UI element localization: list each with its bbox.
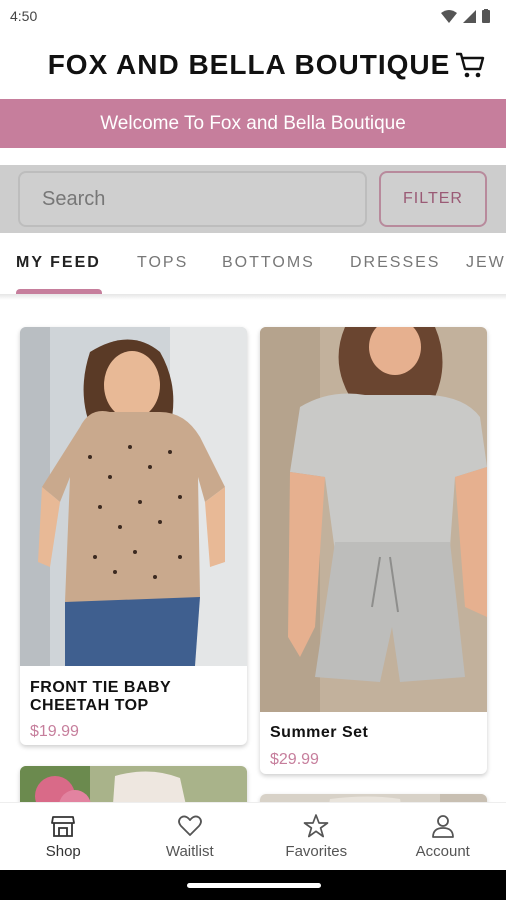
product-card[interactable]: Summer Set $29.99 — [260, 327, 487, 774]
filter-button[interactable]: FILTER — [379, 171, 487, 227]
product-image — [20, 327, 247, 666]
welcome-banner: Welcome To Fox and Bella Boutique — [0, 99, 506, 148]
account-icon — [431, 815, 454, 838]
shop-icon — [51, 816, 76, 837]
tab-dresses[interactable]: DRESSES — [350, 254, 440, 272]
nav-account[interactable]: Account — [380, 803, 506, 870]
search-input[interactable] — [42, 187, 343, 211]
tab-jewelry[interactable]: JEW — [466, 254, 506, 272]
tab-my-feed[interactable]: MY FEED — [16, 254, 101, 272]
cart-button[interactable] — [454, 50, 486, 80]
tab-bottoms[interactable]: BOTTOMS — [222, 254, 315, 272]
product-image — [20, 766, 247, 802]
product-card[interactable] — [260, 794, 487, 802]
status-time: 4:50 — [10, 8, 38, 24]
nav-waitlist[interactable]: Waitlist — [127, 803, 254, 870]
nav-favorites[interactable]: Favorites — [253, 803, 380, 870]
signal-icon — [463, 9, 476, 23]
nav-account-label: Account — [415, 843, 470, 860]
product-price: $29.99 — [270, 751, 319, 768]
welcome-text: Welcome To Fox and Bella Boutique — [100, 112, 406, 134]
heart-icon — [177, 815, 202, 836]
product-card[interactable] — [20, 766, 247, 802]
search-box[interactable] — [18, 171, 367, 227]
category-tabs: MY FEED TOPS BOTTOMS DRESSES JEW — [0, 234, 506, 296]
status-icons — [441, 9, 490, 23]
app-header: FOX AND BELLA BOUTIQUE — [0, 32, 506, 98]
home-gesture-bar[interactable] — [187, 883, 321, 888]
product-feed: FRONT TIE BABY CHEETAH TOP $19.99 Summer… — [0, 300, 506, 802]
wifi-icon — [441, 9, 457, 23]
nav-shop[interactable]: Shop — [0, 803, 127, 870]
product-name: Summer Set — [270, 724, 369, 741]
battery-icon — [482, 9, 490, 23]
product-image — [260, 794, 487, 802]
status-bar: 4:50 — [0, 0, 506, 32]
star-icon — [303, 814, 329, 838]
system-nav-bar — [0, 870, 506, 900]
app-title: FOX AND BELLA BOUTIQUE — [47, 49, 451, 80]
nav-waitlist-label: Waitlist — [165, 843, 214, 860]
bottom-nav: Shop Waitlist Favorites Account — [0, 802, 506, 870]
search-area: FILTER — [0, 165, 506, 233]
nav-shop-label: Shop — [45, 843, 81, 860]
product-card[interactable]: FRONT TIE BABY CHEETAH TOP $19.99 — [20, 327, 247, 745]
nav-favorites-label: Favorites — [285, 843, 348, 860]
product-image — [260, 327, 487, 712]
product-price: $19.99 — [30, 723, 79, 740]
tab-tops[interactable]: TOPS — [137, 254, 188, 272]
product-name: FRONT TIE BABY CHEETAH TOP — [30, 679, 171, 714]
cart-icon — [456, 52, 485, 78]
